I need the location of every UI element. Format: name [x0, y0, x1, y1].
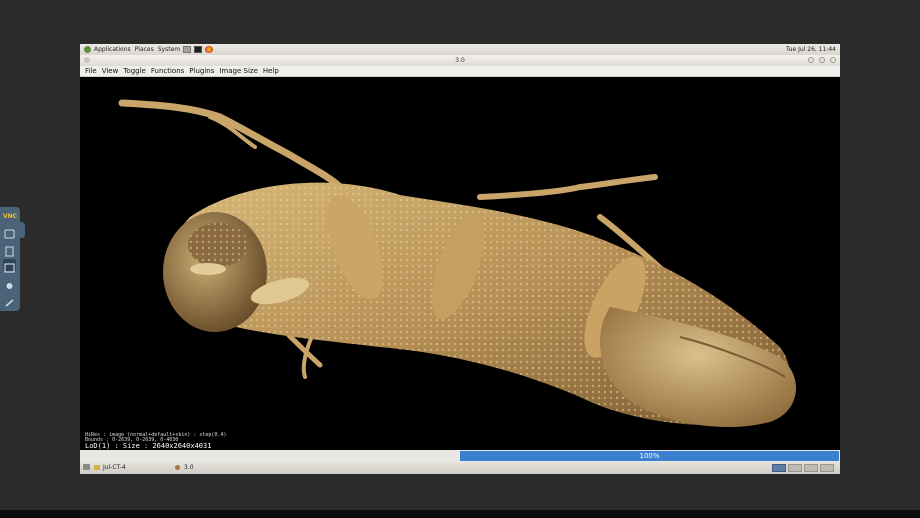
bottom-strip — [0, 510, 920, 518]
vnc-logo: VNC — [3, 213, 18, 220]
settings-gear-icon[interactable] — [3, 277, 16, 289]
keyboard-icon[interactable] — [3, 225, 16, 239]
taskbar-item-app[interactable]: 3.0 — [175, 464, 194, 471]
progress-label: 100% — [639, 452, 660, 460]
gnome-top-panel: Applications Places System Tue Jul 26, 1… — [80, 44, 840, 55]
vnc-panel-handle[interactable] — [20, 222, 25, 238]
show-desktop-icon[interactable] — [83, 464, 90, 470]
window-title: 3.0 — [455, 57, 465, 64]
folder-icon — [94, 465, 100, 470]
close-button[interactable] — [830, 57, 836, 63]
workspace-2-button[interactable] — [788, 464, 802, 472]
menu-plugins[interactable]: Plugins — [189, 67, 214, 75]
progress-bar: 100% — [460, 451, 839, 461]
clipboard-icon[interactable] — [3, 242, 16, 257]
volume-render-canvas[interactable]: HiRes : image (normal+default+skin) : st… — [80, 77, 840, 450]
window-titlebar[interactable]: 3.0 — [80, 55, 840, 66]
workspace-4-button[interactable] — [820, 464, 834, 472]
applications-menu[interactable]: Applications — [84, 46, 131, 53]
minimize-button[interactable] — [808, 57, 814, 63]
menu-help[interactable]: Help — [263, 67, 279, 75]
taskbar-item-folder[interactable]: Jul-CT-4 — [94, 464, 126, 471]
vnc-side-panel: VNC — [0, 207, 20, 311]
firefox-launcher-icon[interactable] — [205, 46, 214, 53]
bottom-taskbar: Jul-CT-4 3.0 — [80, 462, 840, 474]
places-menu[interactable]: Places — [135, 46, 154, 53]
status-row: 100% — [80, 450, 840, 462]
menu-file[interactable]: File — [85, 67, 97, 75]
clock[interactable]: Tue Jul 26, 11:44 — [786, 46, 836, 53]
render-info-lod: LoD(1) : Size : 2640x2640x4031 — [85, 442, 212, 450]
maximize-button[interactable] — [819, 57, 825, 63]
menu-toggle[interactable]: Toggle — [123, 67, 146, 75]
menu-functions[interactable]: Functions — [151, 67, 184, 75]
remote-desktop: Applications Places System Tue Jul 26, 1… — [80, 44, 840, 474]
insect-specimen-render — [118, 99, 797, 427]
menu-image-size[interactable]: Image Size — [219, 67, 258, 75]
terminal-launcher-icon[interactable] — [194, 46, 203, 53]
app-icon — [175, 465, 180, 470]
app-menubar: File View Toggle Functions Plugins Image… — [80, 66, 840, 77]
distro-logo-icon — [84, 46, 91, 53]
workspace-3-button[interactable] — [804, 464, 818, 472]
disconnect-icon[interactable] — [3, 294, 16, 307]
fullscreen-icon[interactable] — [3, 259, 16, 273]
menu-view[interactable]: View — [102, 67, 119, 75]
system-menu[interactable]: System — [158, 46, 180, 53]
workspace-1-button[interactable] — [772, 464, 786, 472]
file-manager-launcher-icon[interactable] — [183, 46, 192, 53]
